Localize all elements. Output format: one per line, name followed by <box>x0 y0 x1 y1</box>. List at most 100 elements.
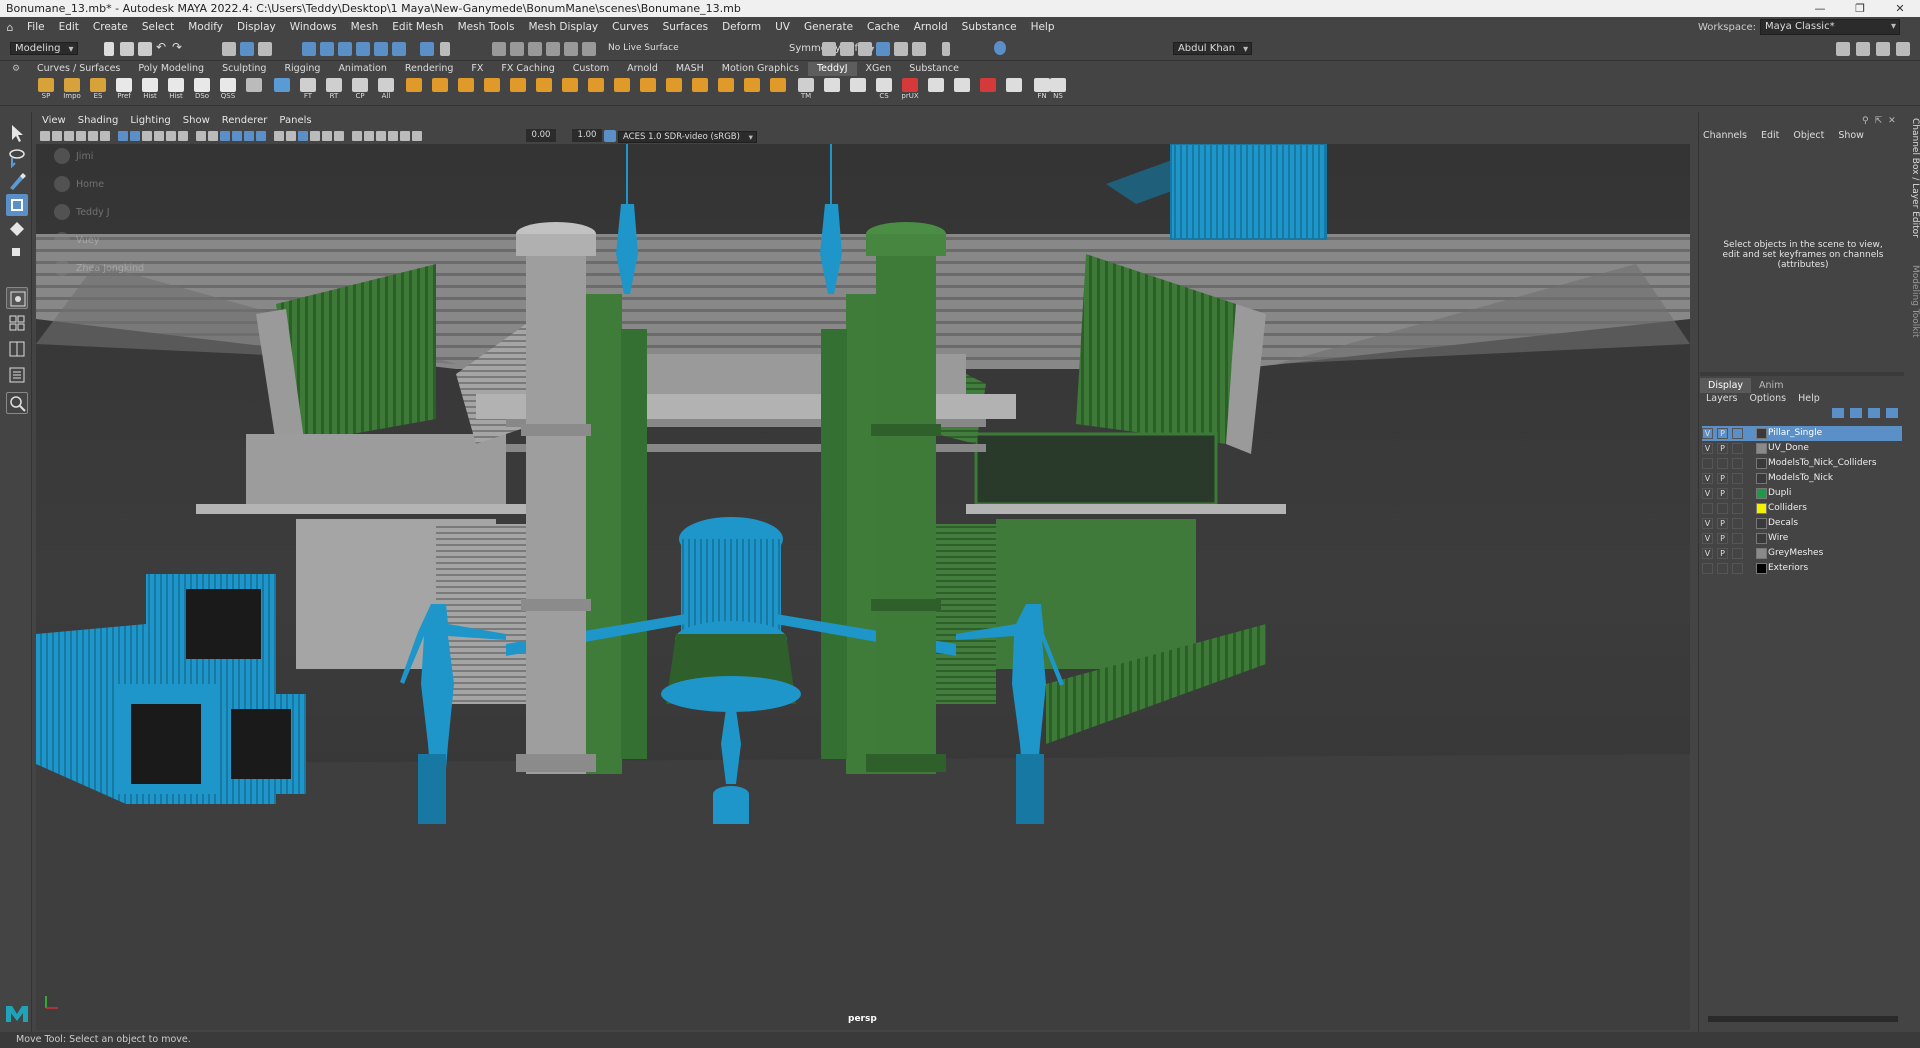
close-button[interactable]: ✕ <box>1880 0 1920 17</box>
shelf-button[interactable] <box>952 78 972 102</box>
layer-playback-toggle[interactable]: P <box>1717 443 1728 454</box>
layer-color-swatch[interactable] <box>1756 473 1767 484</box>
menu-cache[interactable]: Cache <box>860 21 907 33</box>
layer-display-type-toggle[interactable] <box>1732 563 1743 574</box>
shelf-button[interactable] <box>1004 78 1024 102</box>
scale-tool-icon[interactable] <box>6 242 28 264</box>
colorspace-icon[interactable] <box>604 130 616 142</box>
layer-menu-options[interactable]: Options <box>1749 393 1786 404</box>
menu-deform[interactable]: Deform <box>715 21 768 33</box>
shelf-button[interactable]: DSo <box>192 78 212 102</box>
menu-create[interactable]: Create <box>86 21 135 33</box>
shelf-button[interactable]: NS <box>1048 78 1068 102</box>
shelf-tab-fx-caching[interactable]: FX Caching <box>492 62 563 76</box>
panel-tool-icon[interactable] <box>364 131 374 141</box>
menu-generate[interactable]: Generate <box>797 21 860 33</box>
viewport-menu-shading[interactable]: Shading <box>72 115 125 129</box>
panel-tool-icon[interactable] <box>400 131 410 141</box>
ipr-icon[interactable] <box>546 42 560 56</box>
render-icon[interactable] <box>528 42 542 56</box>
layer-row[interactable]: V P Pillar_Single <box>1702 426 1902 441</box>
shelf-tab-arnold[interactable]: Arnold <box>618 62 667 76</box>
shelf-button[interactable]: prUX <box>900 78 920 102</box>
side-tab-channel-box[interactable]: Channel Box / Layer Editor <box>1910 118 1920 238</box>
shelf-button[interactable]: QSS <box>218 78 238 102</box>
lasso-tool-icon[interactable] <box>6 146 28 169</box>
move-tool-icon[interactable] <box>6 194 28 216</box>
textured-icon[interactable] <box>876 42 890 56</box>
menu-mesh[interactable]: Mesh <box>344 21 386 33</box>
panel-tool-icon[interactable] <box>40 131 50 141</box>
shelf-tab-custom[interactable]: Custom <box>564 62 618 76</box>
search-icon[interactable] <box>6 392 28 414</box>
channel-menu-object[interactable]: Object <box>1793 130 1824 141</box>
layer-color-swatch[interactable] <box>1756 518 1767 529</box>
layer-playback-toggle[interactable]: P <box>1717 518 1728 529</box>
layer-display-type-toggle[interactable] <box>1732 428 1743 439</box>
shelf-button[interactable]: All <box>376 78 396 102</box>
layer-playback-toggle[interactable]: P <box>1717 533 1728 544</box>
show-modeling-toolkit-icon[interactable] <box>1896 42 1910 56</box>
shelf-button[interactable]: CS <box>874 78 894 102</box>
smooth-shade-icon[interactable] <box>858 42 872 56</box>
layer-color-swatch[interactable] <box>1756 563 1767 574</box>
float-icon[interactable]: ⇱ <box>1875 116 1883 126</box>
persp-outliner-icon[interactable] <box>6 338 28 360</box>
layer-display-type-toggle[interactable] <box>1732 533 1743 544</box>
layer-display-type-toggle[interactable] <box>1732 488 1743 499</box>
menu-substance[interactable]: Substance <box>955 21 1024 33</box>
layer-color-swatch[interactable] <box>1756 443 1767 454</box>
layer-color-swatch[interactable] <box>1756 503 1767 514</box>
menu-curves[interactable]: Curves <box>605 21 655 33</box>
rotate-tool-icon[interactable] <box>6 218 28 240</box>
shelf-button[interactable]: Pref <box>114 78 134 102</box>
shelf-tab-motion-graphics[interactable]: Motion Graphics <box>713 62 808 76</box>
lock-icon[interactable] <box>440 42 450 56</box>
layer-menu-help[interactable]: Help <box>1798 393 1820 404</box>
layer-display-type-toggle[interactable] <box>1732 458 1743 469</box>
panel-tool-icon[interactable] <box>130 131 140 141</box>
panel-tool-icon[interactable] <box>64 131 74 141</box>
panel-tool-icon[interactable] <box>166 131 176 141</box>
panel-tool-icon[interactable] <box>334 131 344 141</box>
shelf-button[interactable] <box>272 78 292 102</box>
select-hierarchy-icon[interactable] <box>222 42 236 56</box>
panel-tool-icon[interactable] <box>388 131 398 141</box>
restore-button[interactable]: ❐ <box>1840 0 1880 17</box>
xray-icon[interactable] <box>822 42 836 56</box>
panel-tool-icon[interactable] <box>412 131 422 141</box>
panel-tool-icon[interactable] <box>298 131 308 141</box>
panel-tool-icon[interactable] <box>232 131 242 141</box>
show-channel-box-icon[interactable] <box>1836 42 1850 56</box>
shelf-button[interactable] <box>822 78 842 102</box>
shelf-button[interactable]: FT <box>298 78 318 102</box>
viewport-menu-renderer[interactable]: Renderer <box>216 115 274 129</box>
shelf-button[interactable]: TM <box>796 78 816 102</box>
shelf-button[interactable] <box>612 78 632 102</box>
shelf-button[interactable]: Hist <box>166 78 186 102</box>
layer-playback-toggle[interactable]: P <box>1717 473 1728 484</box>
shelf-button[interactable] <box>586 78 606 102</box>
shelf-button[interactable]: ES <box>88 78 108 102</box>
io-icon[interactable] <box>492 42 506 56</box>
outliner-icon[interactable] <box>6 364 28 386</box>
channel-menu-channels[interactable]: Channels <box>1703 130 1747 141</box>
shelf-button[interactable] <box>716 78 736 102</box>
shelf-tab-teddyj[interactable]: TeddyJ <box>807 62 857 76</box>
hypershade-icon[interactable] <box>582 42 596 56</box>
layer-color-swatch[interactable] <box>1756 548 1767 559</box>
menu-select[interactable]: Select <box>135 21 181 33</box>
close-panel-icon[interactable]: ✕ <box>1888 116 1896 126</box>
panel-tool-icon[interactable] <box>274 131 284 141</box>
layer-display-type-toggle[interactable] <box>1732 473 1743 484</box>
menu-edit-mesh[interactable]: Edit Mesh <box>385 21 450 33</box>
layer-row[interactable]: V P UV_Done <box>1702 441 1902 456</box>
layer-row[interactable]: V P ModelsTo_Nick <box>1702 471 1902 486</box>
perspective-viewport[interactable]: Jimi Home Teddy J Vuey Zhea Jongkind <box>36 144 1690 1030</box>
colorspace-dropdown[interactable]: ACES 1.0 SDR-video (sRGB) <box>618 131 757 143</box>
viewport-menu-show[interactable]: Show <box>177 115 216 129</box>
shadows-icon[interactable] <box>912 42 926 56</box>
panel-tool-icon[interactable] <box>376 131 386 141</box>
open-scene-icon[interactable] <box>120 42 134 56</box>
channel-menu-edit[interactable]: Edit <box>1761 130 1779 141</box>
